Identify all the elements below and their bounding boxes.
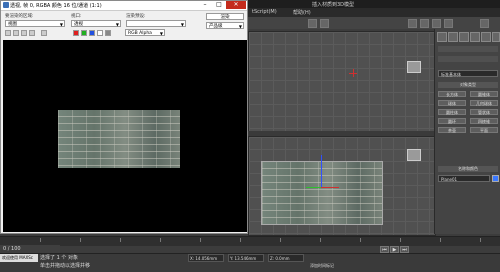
tube-button[interactable]: 管状体 — [470, 109, 498, 115]
coord-z-field[interactable]: Z: 0.0mm — [268, 254, 304, 262]
menu-item-maxscript[interactable]: tScript(M) — [252, 9, 277, 15]
red-channel-icon[interactable] — [73, 30, 79, 36]
viewport-select[interactable]: 透视 ▼ — [71, 20, 121, 27]
production-value: 产品级 — [209, 24, 223, 29]
viewport-perspective[interactable] — [248, 136, 436, 236]
motion-tab-icon[interactable] — [470, 32, 480, 42]
go-to-end-icon[interactable]: ⏭ — [400, 246, 409, 253]
primitive-type-dropdown[interactable]: 标准基本体 — [438, 70, 498, 77]
save-image-icon[interactable] — [5, 30, 11, 36]
production-select[interactable]: 产品级 ▼ — [206, 22, 244, 29]
copy-image-icon[interactable] — [13, 30, 19, 36]
chevron-down-icon: ▼ — [115, 22, 119, 27]
maximize-icon[interactable]: □ — [212, 1, 226, 9]
area-to-render-label: 要渲染的区域: — [5, 14, 34, 19]
geosphere-button[interactable]: 几何球体 — [470, 100, 498, 106]
chevron-down-icon: ▼ — [238, 24, 242, 29]
object-name-field[interactable]: Plane01 — [438, 175, 490, 182]
torus-button[interactable]: 圆环 — [438, 118, 466, 124]
box-button[interactable]: 长方体 — [438, 91, 466, 97]
coord-x-field[interactable]: X: 14.056mm — [188, 254, 224, 262]
render-preset-label: 渲染预设: — [126, 14, 146, 19]
viewport-value: 透视 — [74, 22, 83, 27]
undo-icon[interactable] — [308, 19, 317, 28]
chevron-down-icon: ▼ — [159, 31, 163, 36]
rendered-brick-image — [58, 110, 180, 168]
app-icon — [3, 2, 9, 8]
alpha-channel-icon[interactable] — [97, 30, 103, 36]
axis-y-gizmo — [353, 69, 354, 77]
main-toolbar — [248, 17, 500, 29]
render-preset-select[interactable]: ▼ — [126, 20, 186, 27]
brick-plane-object[interactable] — [261, 161, 383, 225]
utilities-tab-icon[interactable] — [492, 32, 500, 42]
prompt-hint: 单击并拖动以选择并移 — [40, 263, 91, 269]
monochrome-icon[interactable] — [105, 30, 111, 36]
add-time-tag[interactable]: 添加时间标记 — [310, 263, 334, 269]
time-slider[interactable]: 0 / 100 — [0, 245, 60, 253]
render-button[interactable]: 渲染 — [206, 13, 244, 20]
pyramid-button[interactable]: 四棱锥 — [470, 118, 498, 124]
render-frame-icon[interactable] — [432, 19, 441, 28]
display-tab-icon[interactable] — [481, 32, 491, 42]
command-panel: 标准基本体 对象类型 长方体 圆锥体 球体 几何球体 圆柱体 管状体 圆环 四棱… — [434, 29, 500, 234]
chevron-down-icon: ▼ — [59, 22, 63, 27]
channel-display-select[interactable]: RGB Alpha ▼ — [125, 29, 165, 36]
viewport-top[interactable] — [248, 31, 436, 133]
modify-tab-icon[interactable] — [448, 32, 458, 42]
teapot-icon[interactable] — [480, 19, 489, 28]
plane-button[interactable]: 平面 — [470, 127, 498, 133]
menu-item-help[interactable]: 帮助(H) — [293, 9, 311, 16]
move-gizmo-x[interactable] — [321, 187, 339, 188]
render-icon[interactable] — [444, 19, 453, 28]
coord-y-field[interactable]: Y: 13.546mm — [228, 254, 264, 262]
clone-frame-icon[interactable] — [21, 30, 27, 36]
cylinder-button[interactable]: 圆柱体 — [438, 109, 466, 115]
frame-window-titlebar[interactable]: 透视, 帧 0, RGBA 颜色 16 位/通道 (1:1) – □ ✕ — [1, 1, 247, 11]
timeline-track[interactable] — [0, 236, 500, 246]
cone-button[interactable]: 圆锥体 — [470, 91, 498, 97]
green-channel-icon[interactable] — [81, 30, 87, 36]
chevron-down-icon: ▼ — [180, 22, 184, 27]
rendered-frame-window: 透视, 帧 0, RGBA 颜色 16 位/通道 (1:1) – □ ✕ 要渲染… — [0, 0, 248, 234]
redo-icon[interactable] — [320, 19, 329, 28]
clear-icon[interactable] — [41, 30, 47, 36]
area-to-render-value: 视图 — [8, 22, 17, 27]
close-icon[interactable]: ✕ — [226, 1, 246, 9]
blue-channel-icon[interactable] — [89, 30, 95, 36]
app-title: 插入材质到3D模型 — [312, 2, 355, 8]
go-to-start-icon[interactable]: ⏮ — [380, 246, 389, 253]
render-setup-icon[interactable] — [408, 19, 417, 28]
print-icon[interactable] — [29, 30, 35, 36]
teapot-button[interactable]: 茶壶 — [438, 127, 466, 133]
name-color-rollout[interactable]: 名称和颜色 — [438, 166, 498, 172]
viewcube-icon[interactable] — [407, 149, 421, 161]
selection-status: 选择了 1 个 对象 — [40, 255, 78, 261]
hierarchy-tab-icon[interactable] — [459, 32, 469, 42]
move-gizmo-y[interactable] — [306, 187, 321, 188]
app-menubar: tScript(M) 帮助(H) — [248, 8, 500, 17]
area-to-render-select[interactable]: 视图 ▼ — [5, 20, 65, 27]
create-category-row[interactable] — [438, 46, 498, 52]
primitive-type-value: 标准基本体 — [441, 72, 461, 77]
frame-window-title: 透视, 帧 0, RGBA 颜色 16 位/通道 (1:1) — [10, 3, 102, 9]
create-subcategory-row[interactable] — [438, 56, 498, 62]
maxscript-listener[interactable]: 欢迎使用 MAXSc — [0, 254, 38, 262]
play-icon[interactable]: ▶ — [390, 246, 399, 253]
channel-display-value: RGB Alpha — [128, 31, 152, 36]
object-color-swatch[interactable] — [492, 175, 499, 182]
material-editor-icon[interactable] — [420, 19, 429, 28]
viewcube-icon[interactable] — [407, 61, 421, 73]
move-gizmo-z[interactable] — [321, 155, 322, 187]
minimize-icon[interactable]: – — [198, 1, 212, 9]
create-tab-icon[interactable] — [437, 32, 447, 42]
viewport-label: 视口: — [71, 14, 82, 19]
object-type-rollout[interactable]: 对象类型 — [438, 82, 498, 88]
sphere-button[interactable]: 球体 — [438, 100, 466, 106]
